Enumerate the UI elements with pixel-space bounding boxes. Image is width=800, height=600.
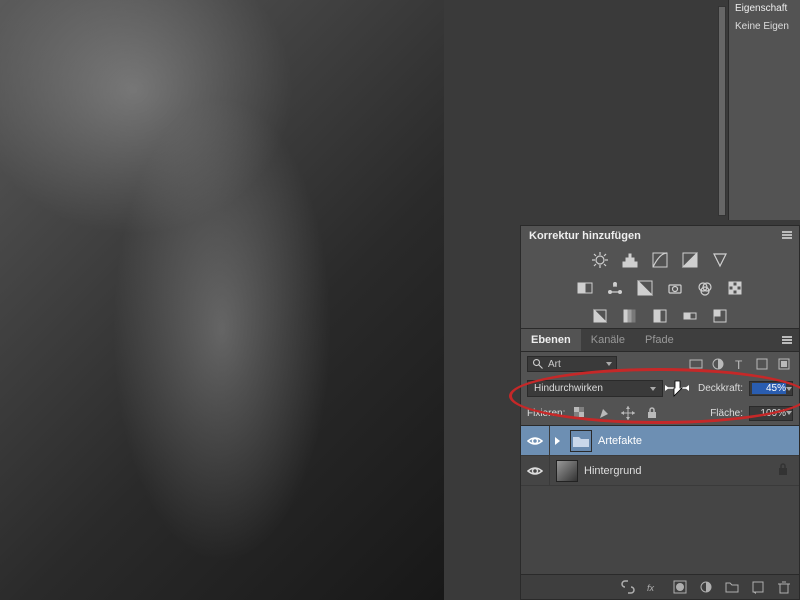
lock-position-icon[interactable] <box>619 405 637 421</box>
layer-thumbnail <box>556 460 578 482</box>
layer-name[interactable]: Hintergrund <box>584 465 641 477</box>
adjustment-icon[interactable] <box>697 579 715 595</box>
adjustments-title-text: Korrektur hinzufügen <box>529 230 641 242</box>
layers-footer: fx <box>521 574 799 599</box>
layer-name[interactable]: Artefakte <box>598 435 642 447</box>
new-group-icon[interactable] <box>723 579 741 595</box>
lock-all-icon[interactable] <box>643 405 661 421</box>
adjustments-row-3 <box>521 302 799 330</box>
new-layer-icon[interactable] <box>749 579 767 595</box>
channel-mixer-icon[interactable] <box>695 279 715 297</box>
lock-fill-row: Fixieren: Fläche: <box>521 401 799 425</box>
exposure-icon[interactable] <box>680 251 700 269</box>
scrub-cursor-icon <box>665 378 689 401</box>
black-white-icon[interactable] <box>635 279 655 297</box>
lock-pixels-icon[interactable] <box>595 405 613 421</box>
filter-type-icon[interactable]: T <box>731 356 749 372</box>
lock-icons-group <box>571 405 661 421</box>
curves-icon[interactable] <box>650 251 670 269</box>
gradient-map-icon[interactable] <box>680 307 700 325</box>
color-lookup-icon[interactable] <box>725 279 745 297</box>
blend-mode-value: Hindurchwirken <box>534 383 650 394</box>
chevron-down-icon <box>786 411 792 415</box>
adjustments-title: Korrektur hinzufügen <box>521 226 799 246</box>
visibility-toggle[interactable] <box>521 465 549 477</box>
layers-panel: Ebenen Kanäle Pfade T Hindurchwirken <box>520 328 800 600</box>
chevron-down-icon <box>606 362 612 366</box>
blend-mode-dropdown[interactable]: Hindurchwirken <box>527 380 663 397</box>
layer-filter-row: T <box>521 352 799 376</box>
panel-menu-icon[interactable] <box>779 230 795 242</box>
svg-text:T: T <box>735 358 743 371</box>
layer-row-background[interactable]: Hintergrund <box>521 456 799 486</box>
properties-body: Keine Eigen <box>729 17 800 36</box>
folder-disclosure-icon[interactable] <box>550 437 564 445</box>
svg-text:fx: fx <box>647 583 655 593</box>
adjustments-row-2 <box>521 274 799 302</box>
fx-icon[interactable]: fx <box>645 579 663 595</box>
photo-filter-icon[interactable] <box>665 279 685 297</box>
layer-filter-dropdown[interactable] <box>527 356 617 372</box>
adjustments-row-1 <box>521 246 799 274</box>
chevron-down-icon <box>650 387 656 391</box>
fill-label: Fläche: <box>710 408 743 419</box>
lock-icon <box>777 462 789 479</box>
layer-row-folder[interactable]: Artefakte <box>521 426 799 456</box>
panel-tabs: Ebenen Kanäle Pfade <box>521 329 799 352</box>
tab-channels[interactable]: Kanäle <box>581 329 635 351</box>
blend-opacity-row: Hindurchwirken Deckkraft: <box>521 376 799 401</box>
properties-scrollbar[interactable] <box>718 6 726 216</box>
opacity-input-box[interactable] <box>749 381 793 396</box>
properties-title: Eigenschaft <box>729 0 800 17</box>
filter-adjust-icon[interactable] <box>709 356 727 372</box>
tab-paths[interactable]: Pfade <box>635 329 684 351</box>
filter-pixel-icon[interactable] <box>687 356 705 372</box>
selective-color-icon[interactable] <box>710 307 730 325</box>
visibility-toggle[interactable] <box>521 435 549 447</box>
opacity-input[interactable] <box>752 383 786 394</box>
canvas-workspace[interactable] <box>0 0 444 600</box>
filter-shape-icon[interactable] <box>753 356 771 372</box>
brightness-contrast-icon[interactable] <box>590 251 610 269</box>
adjustments-panel: Korrektur hinzufügen <box>520 225 800 331</box>
vibrance-icon[interactable] <box>710 251 730 269</box>
opacity-label: Deckkraft: <box>698 383 743 394</box>
filter-smart-icon[interactable] <box>775 356 793 372</box>
color-balance-icon[interactable] <box>605 279 625 297</box>
hue-sat-icon[interactable] <box>575 279 595 297</box>
trash-icon[interactable] <box>775 579 793 595</box>
folder-thumbnail <box>570 430 592 452</box>
invert-icon[interactable] <box>590 307 610 325</box>
document-image <box>0 0 444 600</box>
lock-label: Fixieren: <box>527 408 565 419</box>
threshold-icon[interactable] <box>650 307 670 325</box>
levels-icon[interactable] <box>620 251 640 269</box>
fill-input-box[interactable] <box>749 406 793 421</box>
properties-panel: Eigenschaft Keine Eigen <box>728 0 800 220</box>
lock-transparent-icon[interactable] <box>571 405 589 421</box>
chevron-down-icon <box>786 387 792 391</box>
search-icon <box>532 358 544 370</box>
layers-panel-menu-icon[interactable] <box>779 335 795 347</box>
tab-layers[interactable]: Ebenen <box>521 329 581 351</box>
link-layers-icon[interactable] <box>619 579 637 595</box>
fill-input[interactable] <box>752 408 786 419</box>
posterize-icon[interactable] <box>620 307 640 325</box>
layer-filter-input[interactable] <box>548 359 598 370</box>
layers-list: Artefakte Hintergrund <box>521 425 799 574</box>
right-dock: Eigenschaft Keine Eigen Korrektur hinzuf… <box>520 0 800 600</box>
mask-icon[interactable] <box>671 579 689 595</box>
